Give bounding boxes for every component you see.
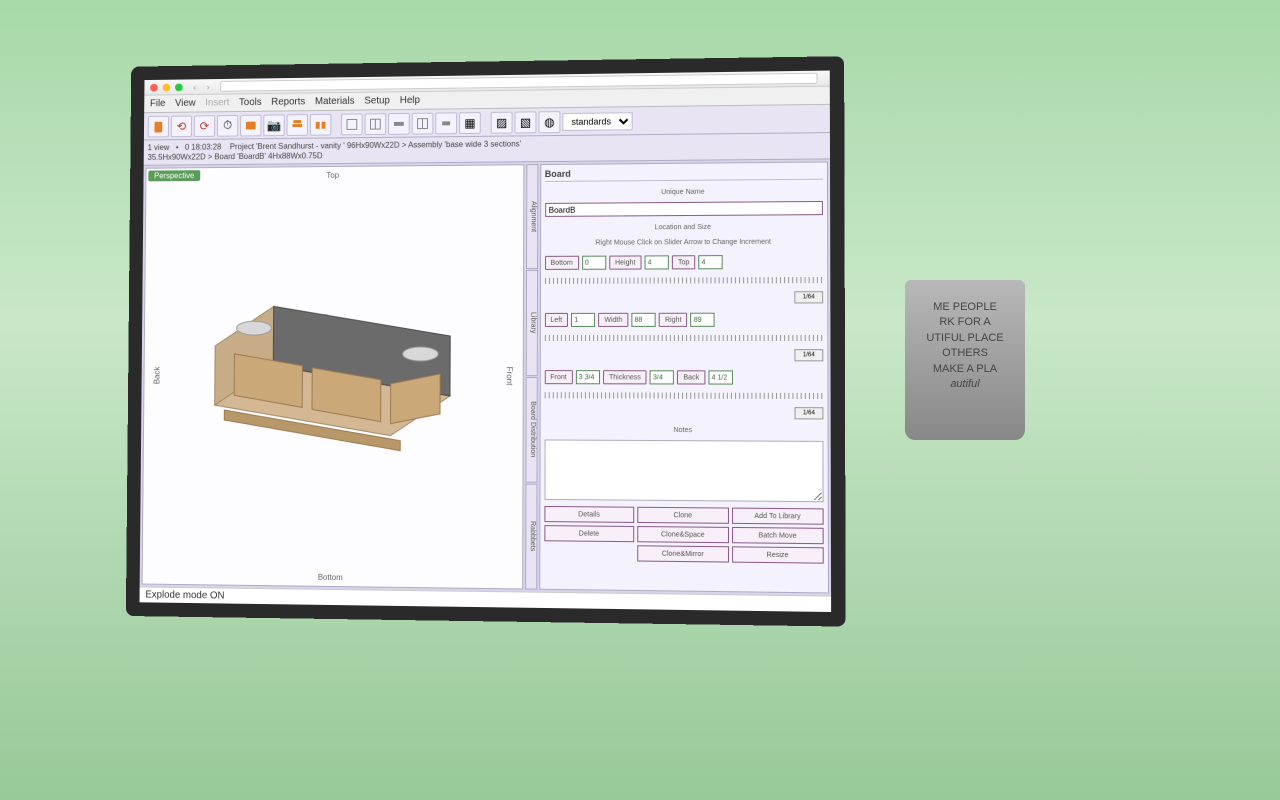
camera-icon[interactable]: 📷 bbox=[263, 114, 284, 136]
screenshot-icon[interactable] bbox=[240, 114, 261, 136]
slider-row2[interactable] bbox=[544, 335, 823, 341]
menu-file[interactable]: File bbox=[150, 98, 166, 109]
menu-view[interactable]: View bbox=[175, 98, 196, 109]
nav-forward-icon[interactable]: › bbox=[207, 82, 210, 92]
3d-viewport[interactable]: Perspective Top Bottom Back Front bbox=[142, 164, 524, 589]
top-button[interactable]: Top bbox=[672, 255, 696, 269]
resize-button[interactable]: Resize bbox=[732, 546, 824, 563]
menu-setup[interactable]: Setup bbox=[364, 95, 390, 106]
shade2-icon[interactable]: ▧ bbox=[515, 111, 537, 133]
view5-icon[interactable] bbox=[435, 112, 457, 134]
bottom-value[interactable] bbox=[582, 256, 606, 270]
width-button[interactable]: Width bbox=[598, 313, 628, 327]
tab-board-distribution[interactable]: Board Distribution bbox=[525, 377, 537, 483]
section-unique-name: Unique Name bbox=[545, 188, 823, 197]
axis-label-back: Back bbox=[153, 367, 162, 385]
timer-value: 0 18:03:28 bbox=[185, 142, 221, 151]
menu-reports[interactable]: Reports bbox=[271, 96, 305, 107]
laptop-screen: ‹ › File View Insert Tools Reports Mater… bbox=[126, 56, 846, 626]
view4-icon[interactable] bbox=[412, 112, 434, 134]
board-icon[interactable] bbox=[310, 113, 332, 135]
main-area: Perspective Top Bottom Back Front Alignm… bbox=[140, 159, 831, 595]
undo-icon[interactable]: ⟲ bbox=[171, 115, 192, 137]
standards-select[interactable]: standards bbox=[562, 112, 632, 131]
step-row1[interactable]: 1/64 bbox=[794, 291, 823, 303]
bottom-button[interactable]: Bottom bbox=[545, 256, 579, 270]
view3-icon[interactable] bbox=[388, 112, 410, 134]
back-value[interactable] bbox=[708, 370, 732, 384]
tab-library[interactable]: Library bbox=[525, 270, 537, 375]
clipboard-icon[interactable] bbox=[148, 115, 169, 137]
thickness-button[interactable]: Thickness bbox=[603, 370, 647, 384]
menu-materials[interactable]: Materials bbox=[315, 96, 355, 107]
step-row2[interactable]: 1/64 bbox=[794, 349, 823, 361]
view6-icon[interactable]: ▦ bbox=[459, 112, 481, 134]
nav-back-icon[interactable]: ‹ bbox=[193, 82, 196, 92]
step-row3[interactable]: 1/64 bbox=[795, 407, 824, 419]
batch-move-button[interactable]: Batch Move bbox=[732, 527, 824, 544]
app-window: ‹ › File View Insert Tools Reports Mater… bbox=[140, 71, 832, 612]
clone-mirror-button[interactable]: Clone&Mirror bbox=[637, 545, 728, 562]
close-window-button[interactable] bbox=[150, 83, 158, 91]
view2-icon[interactable] bbox=[365, 113, 387, 135]
redo-icon[interactable]: ⟳ bbox=[194, 115, 215, 137]
right-value[interactable] bbox=[691, 313, 715, 327]
clone-space-button[interactable]: Clone&Space bbox=[637, 526, 728, 543]
back-button[interactable]: Back bbox=[677, 370, 705, 384]
slider-row1[interactable] bbox=[545, 277, 824, 284]
slider-hint: Right Mouse Click on Slider Arrow to Cha… bbox=[545, 238, 823, 246]
height-value[interactable] bbox=[645, 255, 669, 269]
view-mode-badge: Perspective bbox=[148, 170, 200, 181]
right-button[interactable]: Right bbox=[659, 313, 688, 327]
top-value[interactable] bbox=[699, 255, 723, 269]
delete-button[interactable]: Delete bbox=[544, 525, 634, 542]
notes-textarea[interactable] bbox=[544, 439, 824, 502]
slider-row3[interactable] bbox=[544, 392, 823, 399]
axis-label-front: Front bbox=[504, 367, 513, 386]
background-flowerpot: ME PEOPLE RK FOR A UTIFUL PLACE OTHERS M… bbox=[890, 240, 1040, 440]
thickness-value[interactable] bbox=[650, 370, 674, 384]
breadcrumb-line1: Project 'Brent Sandhurst - vanity ' 96Hx… bbox=[230, 139, 521, 151]
view1-icon[interactable] bbox=[341, 113, 363, 135]
menu-insert: Insert bbox=[205, 97, 229, 108]
maximize-window-button[interactable] bbox=[175, 83, 183, 91]
explode-icon[interactable] bbox=[287, 114, 309, 136]
breadcrumb-line2: 35.5Hx90Wx22D > Board 'BoardB' 4Hx88Wx0.… bbox=[148, 150, 522, 162]
shade3-icon[interactable]: ◍ bbox=[538, 111, 560, 133]
shade1-icon[interactable]: ▨ bbox=[491, 111, 513, 133]
cabinet-model bbox=[195, 266, 471, 466]
side-tab-strip: Alignment Library Board Distribution Rab… bbox=[525, 164, 538, 590]
left-button[interactable]: Left bbox=[544, 313, 568, 327]
view-count: 1 view bbox=[148, 143, 170, 152]
clone-button[interactable]: Clone bbox=[637, 507, 728, 524]
panel-title: Board bbox=[545, 167, 823, 182]
timer-icon[interactable]: ⏱ bbox=[217, 114, 238, 136]
minimize-window-button[interactable] bbox=[163, 83, 171, 91]
properties-panel: Board Unique Name Location and Size Righ… bbox=[539, 161, 829, 593]
section-location-size: Location and Size bbox=[545, 223, 823, 232]
axis-label-bottom: Bottom bbox=[318, 573, 343, 582]
explode-mode-status: Explode mode ON bbox=[145, 590, 224, 602]
section-notes: Notes bbox=[544, 426, 823, 434]
width-value[interactable] bbox=[631, 313, 655, 327]
add-to-library-button[interactable]: Add To Library bbox=[732, 508, 824, 525]
height-button[interactable]: Height bbox=[609, 255, 642, 269]
details-button[interactable]: Details bbox=[544, 506, 634, 523]
front-value[interactable] bbox=[576, 370, 600, 384]
board-name-input[interactable] bbox=[545, 201, 823, 217]
axis-label-top: Top bbox=[326, 171, 339, 180]
menu-help[interactable]: Help bbox=[400, 95, 420, 106]
front-button[interactable]: Front bbox=[544, 370, 572, 384]
left-value[interactable] bbox=[571, 313, 595, 327]
menu-tools[interactable]: Tools bbox=[239, 97, 262, 108]
tab-alignment[interactable]: Alignment bbox=[526, 164, 538, 269]
tab-rabbets[interactable]: Rabbbets bbox=[525, 483, 537, 589]
